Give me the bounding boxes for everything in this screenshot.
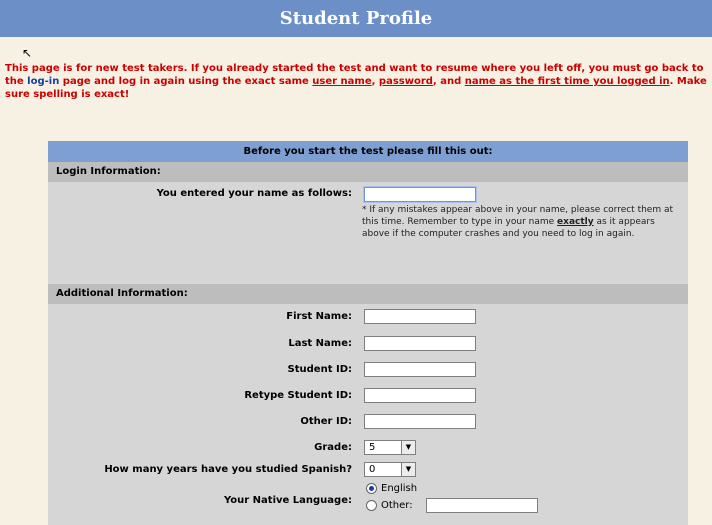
notice-text: , and bbox=[432, 76, 465, 87]
login-link[interactable]: log-in bbox=[27, 76, 59, 87]
english-option-label: English bbox=[381, 483, 418, 494]
login-information-section: Login Information: bbox=[48, 162, 688, 182]
notice-text: page and log in again using the exact sa… bbox=[59, 76, 313, 87]
last-name-input[interactable] bbox=[364, 336, 476, 351]
years-studied-label: How many years have you studied Spanish? bbox=[104, 464, 352, 475]
last-name-label: Last Name: bbox=[288, 338, 352, 349]
name-input[interactable] bbox=[364, 187, 476, 202]
name-correction-note: * If any mistakes appear above in your n… bbox=[362, 204, 682, 240]
grade-label: Grade: bbox=[314, 442, 352, 453]
notice-text: , bbox=[371, 76, 379, 87]
name-label: You entered your name as follows: bbox=[156, 188, 352, 199]
other-language-input[interactable] bbox=[426, 498, 538, 513]
chevron-down-icon: ▼ bbox=[401, 441, 415, 454]
instructions-notice: This page is for new test takers. If you… bbox=[5, 62, 707, 101]
retype-student-id-label: Retype Student ID: bbox=[244, 390, 352, 401]
first-name-label: First Name: bbox=[286, 311, 352, 322]
english-radio[interactable] bbox=[366, 483, 377, 494]
years-value: 0 bbox=[369, 464, 376, 475]
other-id-input[interactable] bbox=[364, 414, 476, 429]
password-emphasis: password bbox=[378, 76, 433, 87]
user-name-emphasis: user name bbox=[312, 76, 372, 87]
other-id-label: Other ID: bbox=[300, 416, 352, 427]
chevron-down-icon: ▼ bbox=[401, 463, 415, 476]
other-language-radio[interactable] bbox=[366, 500, 377, 511]
form-heading: Before you start the test please fill th… bbox=[48, 141, 688, 162]
retype-student-id-input[interactable] bbox=[364, 388, 476, 403]
student-profile-form: Before you start the test please fill th… bbox=[48, 141, 688, 525]
native-language-label: Your Native Language: bbox=[223, 495, 352, 506]
first-name-input[interactable] bbox=[364, 309, 476, 324]
student-id-label: Student ID: bbox=[287, 364, 352, 375]
other-option-label: Other: bbox=[381, 500, 413, 511]
grade-select[interactable]: 5 ▼ bbox=[364, 440, 416, 455]
page-title: Student Profile bbox=[0, 0, 712, 37]
years-studied-select[interactable]: 0 ▼ bbox=[364, 462, 416, 477]
additional-information-section: Additional Information: bbox=[48, 284, 688, 304]
student-id-input[interactable] bbox=[364, 362, 476, 377]
grade-value: 5 bbox=[369, 442, 376, 453]
exactly-emphasis: exactly bbox=[557, 217, 594, 227]
mouse-cursor-icon: ↖ bbox=[22, 46, 33, 60]
name-emphasis: name as the first time you logged in bbox=[464, 76, 670, 87]
